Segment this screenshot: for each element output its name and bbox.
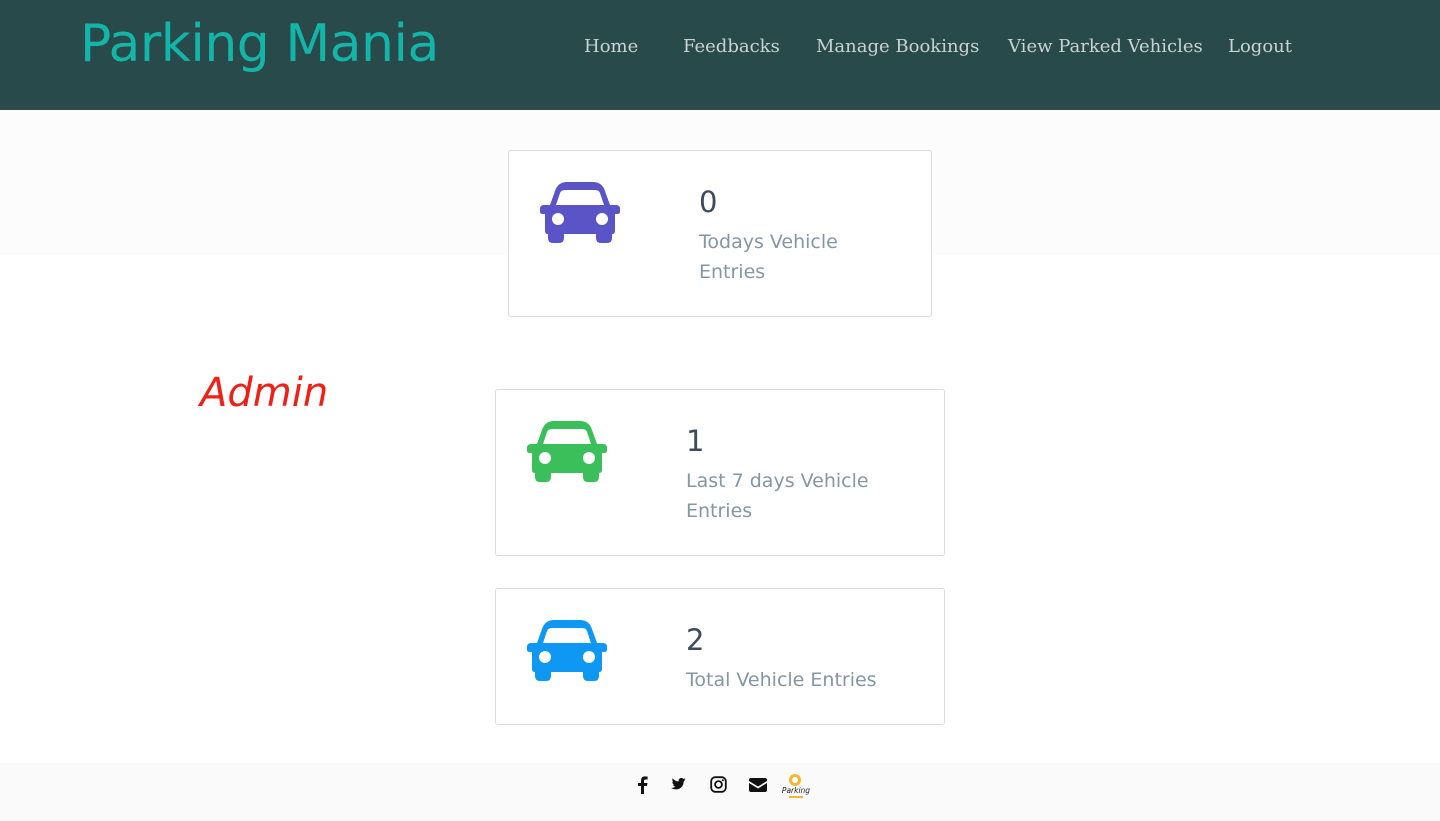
today-entries-label-line1: Todays Vehicle (699, 231, 838, 253)
car-icon (527, 620, 607, 681)
instagram-icon[interactable] (710, 776, 727, 793)
car-icon (527, 421, 607, 482)
nav-manage-bookings-link[interactable]: Manage Bookings (816, 36, 979, 57)
stat-card-today: 0 Todays Vehicle Entries (508, 150, 932, 317)
last7-entries-label-line1: Last 7 days Vehicle (686, 470, 869, 492)
nav-feedbacks-link[interactable]: Feedbacks (683, 36, 780, 57)
last7-entries-label-line2: Entries (686, 500, 753, 522)
brand-logo[interactable]: Parking Mania (80, 14, 439, 74)
car-icon (540, 182, 620, 243)
facebook-icon[interactable] (637, 776, 648, 794)
role-label: Admin (200, 370, 329, 416)
total-entries-label-line1: Total Vehicle Entries (686, 669, 877, 691)
twitter-icon[interactable] (670, 776, 688, 792)
today-entries-count: 0 (699, 185, 718, 219)
parking-logo-icon: Parking (782, 774, 810, 798)
today-entries-label-line2: Entries (699, 261, 766, 283)
nav-view-parked-vehicles-link[interactable]: View Parked Vehicles (1008, 36, 1203, 57)
last7-entries-count: 1 (686, 424, 705, 458)
total-entries-count: 2 (686, 623, 705, 657)
envelope-icon[interactable] (749, 778, 767, 792)
nav-home-link[interactable]: Home (584, 36, 638, 57)
total-entries-label: Total Vehicle Entries (686, 665, 877, 695)
stat-card-last7: 1 Last 7 days Vehicle Entries (495, 389, 945, 556)
today-entries-label: Todays Vehicle Entries (699, 227, 838, 287)
top-navbar: Parking Mania Home Feedbacks Manage Book… (0, 0, 1440, 110)
last7-entries-label: Last 7 days Vehicle Entries (686, 466, 869, 526)
parking-logo-text: Parking (782, 786, 810, 795)
nav-logout-link[interactable]: Logout (1228, 36, 1292, 57)
stat-card-total: 2 Total Vehicle Entries (495, 588, 945, 725)
